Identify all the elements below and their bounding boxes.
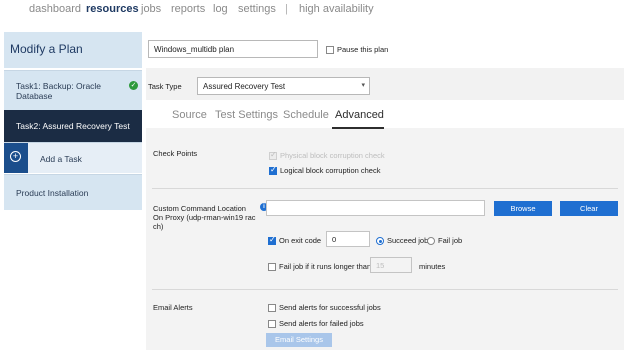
- task-type-bar: Task Type Assured Recovery Test ▾: [146, 68, 624, 100]
- email-alerts-label: Email Alerts: [153, 303, 193, 312]
- pause-plan-label: Pause this plan: [337, 45, 389, 54]
- active-tab-indicator: [332, 127, 384, 129]
- tab-test-settings[interactable]: Test Settings: [215, 109, 278, 121]
- task-type-value: Assured Recovery Test: [203, 82, 286, 91]
- email-settings-button[interactable]: Email Settings: [266, 333, 332, 347]
- nav-jobs[interactable]: jobs: [141, 3, 161, 15]
- nav-settings[interactable]: settings: [238, 3, 276, 15]
- physical-check-label: Physical block corruption check: [280, 151, 385, 160]
- task-type-select[interactable]: Assured Recovery Test ▾: [197, 77, 370, 95]
- succeed-job-option[interactable]: Succeed job: [376, 236, 429, 246]
- succeed-job-radio[interactable]: [376, 237, 384, 246]
- task-type-label: Task Type: [148, 82, 182, 91]
- tab-bar: Source Test Settings Schedule Advanced: [146, 100, 624, 129]
- sidebar-title: Modify a Plan: [10, 42, 83, 56]
- logical-check-label: Logical block corruption check: [280, 166, 381, 175]
- sidebar-item-label: Task2: Assured Recovery Test: [16, 121, 130, 131]
- physical-check-option: Physical block corruption check: [269, 150, 385, 161]
- custom-command-input[interactable]: [266, 200, 485, 216]
- alert-success-checkbox[interactable]: [268, 304, 276, 313]
- sidebar-header: Modify a Plan: [4, 32, 142, 68]
- clear-button[interactable]: Clear: [560, 201, 618, 216]
- sidebar-item-task2[interactable]: Task2: Assured Recovery Test: [4, 110, 142, 142]
- exit-code-checkbox[interactable]: [268, 235, 276, 246]
- alert-success-option[interactable]: Send alerts for successful jobs: [268, 303, 381, 313]
- browse-button[interactable]: Browse: [494, 201, 552, 216]
- chevron-down-icon: ▾: [361, 82, 365, 89]
- exit-code-label: On exit code: [279, 236, 322, 245]
- checkpoints-label: Check Points: [153, 149, 198, 158]
- top-nav: dashboard resources jobs reports log set…: [0, 0, 624, 22]
- logical-check-option[interactable]: Logical block corruption check: [269, 165, 381, 176]
- pause-plan-checkbox[interactable]: [326, 46, 334, 55]
- nav-dashboard[interactable]: dashboard: [29, 3, 81, 15]
- alert-success-label: Send alerts for successful jobs: [279, 303, 381, 312]
- alert-failed-checkbox[interactable]: [268, 320, 276, 329]
- alert-failed-label: Send alerts for failed jobs: [279, 319, 364, 328]
- nav-reports[interactable]: reports: [171, 3, 205, 15]
- plan-name-input[interactable]: Windows_multidb plan: [148, 40, 318, 58]
- check-circle-icon: ✓: [129, 81, 138, 90]
- physical-check-checkbox: [269, 150, 277, 161]
- plan-sidebar: Modify a Plan Task1: Backup: Oracle Data…: [4, 32, 142, 212]
- section-divider: [152, 289, 618, 290]
- fail-job-timeout-option[interactable]: Fail job if it runs longer than: [268, 262, 372, 272]
- sidebar-item-label: Product Installation: [16, 188, 89, 198]
- add-icon-box: +: [4, 143, 28, 173]
- fail-job-label: Fail job: [438, 236, 463, 245]
- add-task-label: Add a Task: [40, 154, 82, 164]
- alert-failed-option[interactable]: Send alerts for failed jobs: [268, 319, 364, 329]
- fail-job-timeout-label: Fail job if it runs longer than: [279, 262, 372, 271]
- custom-command-label: Custom Command Location On Proxy (udp-rm…: [153, 204, 256, 231]
- nav-high-availability[interactable]: high availability: [299, 3, 374, 15]
- fail-job-minutes-input[interactable]: 15: [370, 257, 412, 273]
- fail-job-timeout-checkbox[interactable]: [268, 263, 276, 272]
- logical-check-checkbox[interactable]: [269, 165, 277, 176]
- succeed-job-label: Succeed job: [387, 236, 429, 245]
- add-task-button[interactable]: + Add a Task: [4, 142, 142, 173]
- tab-schedule[interactable]: Schedule: [283, 109, 329, 121]
- nav-resources[interactable]: resources: [86, 3, 139, 15]
- plus-circle-icon: +: [10, 151, 21, 162]
- sidebar-item-task1[interactable]: Task1: Backup: Oracle Database ✓: [4, 70, 142, 110]
- exit-code-option[interactable]: On exit code: [268, 235, 322, 246]
- fail-job-option[interactable]: Fail job: [427, 236, 463, 246]
- minutes-label: minutes: [419, 262, 446, 271]
- pause-plan-option[interactable]: Pause this plan: [326, 45, 389, 55]
- tab-advanced[interactable]: Advanced: [335, 109, 384, 121]
- sidebar-item-label: Task1: Backup: Oracle Database: [16, 81, 102, 101]
- sidebar-item-product-installation[interactable]: Product Installation: [4, 174, 142, 210]
- main-content: Windows_multidb plan Pause this plan Tas…: [146, 32, 624, 350]
- exit-code-input[interactable]: 0: [326, 231, 370, 247]
- nav-log[interactable]: log: [213, 3, 228, 15]
- fail-job-radio[interactable]: [427, 237, 435, 246]
- tab-source[interactable]: Source: [172, 109, 207, 121]
- nav-separator: |: [285, 3, 288, 15]
- section-divider: [152, 188, 618, 189]
- task-settings-panel: Source Test Settings Schedule Advanced C…: [146, 100, 624, 350]
